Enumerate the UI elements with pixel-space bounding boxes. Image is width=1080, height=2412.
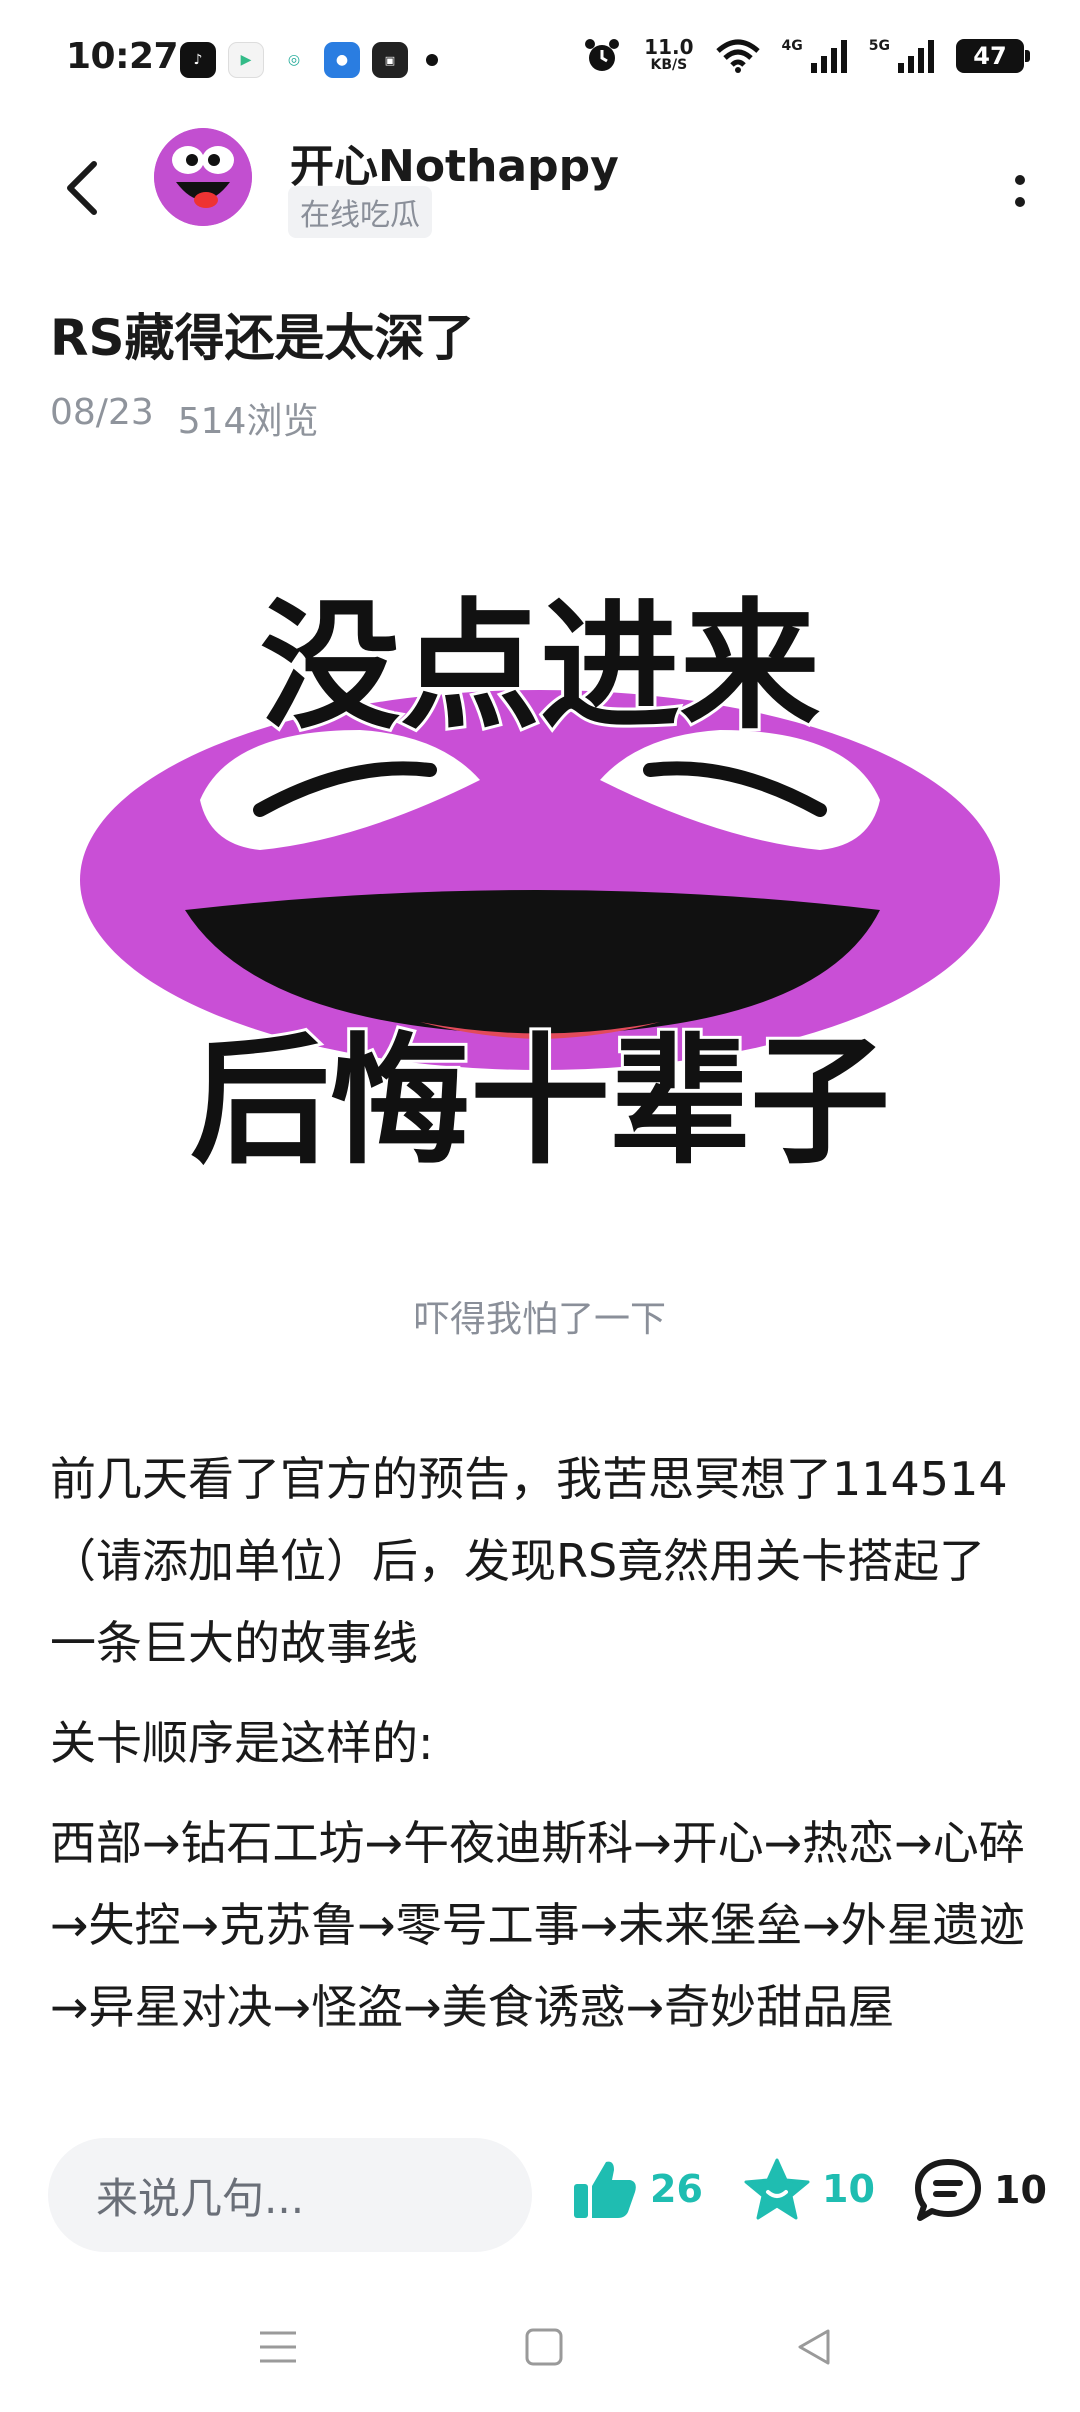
system-nav-bar (0, 2286, 1080, 2412)
wifi-icon (715, 39, 760, 73)
battery-indicator: 47 (956, 39, 1030, 73)
tiktok-icon: ♪ (180, 42, 216, 78)
app-icon: ● (324, 42, 360, 78)
favorite-button[interactable]: 10 (744, 2158, 875, 2220)
post-title: RS藏得还是太深了 (50, 309, 475, 367)
image-caption: 吓得我怕了一下 (413, 1299, 666, 1340)
author-name[interactable]: 开心Nothappy (290, 130, 619, 194)
comment-input[interactable]: 来说几句... (48, 2138, 532, 2252)
more-notifications-dot (426, 54, 438, 66)
network-speed: 11.0 KB/S (644, 35, 694, 73)
content-fade (0, 2020, 1080, 2110)
alarm-icon (585, 39, 620, 71)
signal-5g-icon (898, 40, 934, 73)
triangle-back-icon (798, 2329, 830, 2365)
post-header: 开心Nothappy 在线吃瓜 (0, 120, 1080, 270)
thumbs-up-icon (574, 2161, 636, 2218)
like-count: 26 (650, 2167, 703, 2211)
app-icon: ◎ (276, 42, 312, 78)
app-icon: ▶ (228, 42, 264, 78)
more-options-button[interactable] (990, 156, 1050, 226)
comments-button[interactable]: 10 (914, 2158, 1047, 2222)
nav-home-button[interactable] (504, 2312, 584, 2382)
favorite-count: 10 (822, 2167, 875, 2211)
comment-bubble-icon (915, 2159, 981, 2221)
menu-icon (260, 2331, 296, 2363)
author-tag: 在线吃瓜 (288, 186, 432, 238)
notification-icons: ♪ ▶ ◎ ● ▣ (180, 42, 438, 78)
back-button[interactable] (52, 148, 112, 228)
meme-text-bottom: 后悔十辈子 (190, 1023, 890, 1180)
body-paragraph: 前几天看了官方的预告，我苦思冥想了114514（请添加单位）后，发现RS竟然用关… (50, 1452, 1008, 1670)
app-icon: ▣ (372, 42, 408, 78)
comment-count: 10 (994, 2168, 1047, 2212)
status-bar: 10:27 ♪ ▶ ◎ ● ▣ 11.0 KB/S 4G 5G 47 (0, 0, 1080, 120)
author-avatar[interactable] (154, 128, 252, 226)
network-label-4g: 4G (781, 38, 803, 54)
more-dot (1015, 175, 1025, 185)
square-icon (525, 2328, 563, 2366)
chevron-left-icon (67, 161, 97, 215)
like-button[interactable]: 26 (572, 2158, 703, 2220)
network-label-5g: 5G (868, 38, 890, 54)
post-body: 前几天看了官方的预告，我苦思冥想了114514（请添加单位）后，发现RS竟然用关… (50, 1438, 1030, 2066)
meme-image[interactable]: 没点进来 后悔十辈子 (60, 560, 1020, 1200)
meme-text-top: 没点进来 (260, 588, 820, 745)
post-date: 08/23 (50, 392, 154, 433)
more-dot (1015, 197, 1025, 207)
status-time: 10:27 (66, 36, 179, 77)
post-meta: 08/23 514浏览 (50, 392, 318, 444)
nav-back-button[interactable] (774, 2312, 854, 2382)
post-views: 514浏览 (177, 401, 319, 442)
nav-menu-button[interactable] (238, 2312, 318, 2382)
signal-4g-icon (810, 40, 847, 73)
action-bar: 来说几句... 26 10 10 (0, 2106, 1080, 2286)
body-paragraph: 关卡顺序是这样的: (50, 1716, 434, 1770)
star-icon (744, 2158, 810, 2220)
body-paragraph: 西部→钻石工坊→午夜迪斯科→开心→热恋→心碎→失控→克苏鲁→零号工事→未来堡垒→… (50, 1816, 1025, 2034)
